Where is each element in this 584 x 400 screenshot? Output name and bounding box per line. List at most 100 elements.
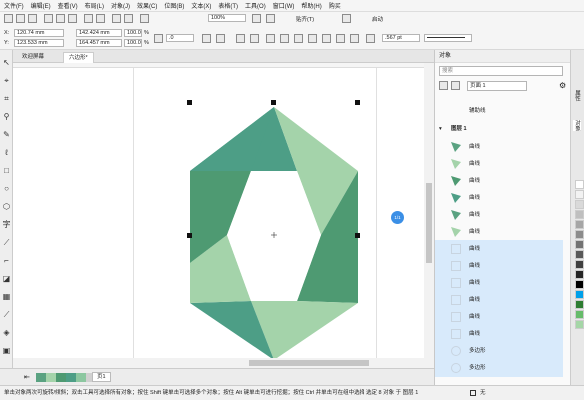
palette-swatch[interactable] [575, 190, 584, 199]
palette-swatch[interactable] [575, 230, 584, 239]
top-ruler[interactable] [13, 63, 424, 68]
weld-icon[interactable] [266, 34, 275, 43]
lock-ratio-icon[interactable] [154, 34, 163, 43]
objects-options-gear-icon[interactable]: ⚙ [559, 81, 566, 90]
layer-1-row[interactable]: ▾ 图层 1 [435, 120, 563, 138]
menu-table[interactable]: 表格(T) [218, 1, 238, 10]
paste-icon[interactable] [68, 14, 77, 23]
mirror-vertical-icon[interactable] [216, 34, 225, 43]
y-position-field[interactable]: 123.533 mm [14, 39, 64, 47]
x-position-field[interactable]: 120.74 mm [14, 29, 64, 37]
menu-object[interactable]: 对象(J) [111, 1, 130, 10]
create-boundary-icon[interactable] [350, 34, 359, 43]
rotation-angle-field[interactable]: .0 [166, 34, 194, 42]
trim-icon[interactable] [280, 34, 289, 43]
new-doc-icon[interactable] [4, 14, 13, 23]
palette-swatch[interactable] [575, 310, 584, 319]
tab-hexagon-doc[interactable]: 六边形* [63, 52, 94, 63]
menu-tools[interactable]: 工具(O) [245, 1, 266, 10]
palette-swatch[interactable] [575, 220, 584, 229]
object-row[interactable]: 曲线 [435, 291, 563, 309]
transparency-tool-icon[interactable]: ▦ [2, 292, 11, 301]
height-field[interactable]: 164.457 mm [76, 39, 122, 47]
export-icon[interactable] [124, 14, 133, 23]
object-row[interactable]: 曲线 [435, 223, 563, 241]
group-icon[interactable] [236, 34, 245, 43]
page-nav-first-icon[interactable]: ⇤ [24, 374, 30, 382]
layer-print-icon[interactable] [451, 81, 460, 90]
mirror-horizontal-icon[interactable] [202, 34, 211, 43]
palette-swatch[interactable] [575, 290, 584, 299]
vertical-scrollbar[interactable] [424, 63, 434, 368]
menu-file[interactable]: 文件(F) [4, 1, 24, 10]
publish-pdf-icon[interactable] [140, 14, 149, 23]
shadow-tool-icon[interactable]: ◪ [2, 274, 11, 283]
menu-bitmap[interactable]: 位图(B) [164, 1, 184, 10]
selection-handle-tl[interactable] [187, 100, 192, 105]
objects-search-input[interactable]: 搜索 [439, 66, 563, 76]
menu-buy[interactable]: 购买 [329, 1, 341, 10]
menu-help[interactable]: 帮助(H) [301, 1, 321, 10]
undo-icon[interactable] [84, 14, 93, 23]
object-row[interactable]: 曲线 [435, 308, 563, 326]
simplify-icon[interactable] [308, 34, 317, 43]
zoom-level-field[interactable]: 100% [208, 14, 246, 22]
artistic-media-tool-icon[interactable]: ℓ [2, 148, 11, 157]
scale-y-field[interactable]: 100.0 [124, 39, 142, 47]
connector-tool-icon[interactable]: ⌐ [2, 256, 11, 265]
palette-swatch[interactable] [575, 200, 584, 209]
cut-icon[interactable] [44, 14, 53, 23]
object-row[interactable]: 曲线 [435, 138, 563, 156]
freehand-tool-icon[interactable]: ✎ [2, 130, 11, 139]
zoom-tool-icon[interactable]: ⚲ [2, 112, 11, 121]
align-distribute-icon[interactable] [366, 34, 375, 43]
selection-handle-ml[interactable] [187, 233, 192, 238]
import-icon[interactable] [112, 14, 121, 23]
snap-to-dropdown[interactable]: 贴齐(T) [296, 15, 314, 23]
palette-swatch[interactable] [575, 280, 584, 289]
menu-text[interactable]: 文本(X) [191, 1, 211, 10]
selection-handle-tr[interactable] [355, 100, 360, 105]
full-screen-icon[interactable] [252, 14, 261, 23]
guides-layer-row[interactable]: 辅助线 [435, 102, 563, 120]
width-field[interactable]: 142.424 mm [76, 29, 122, 37]
menu-layout[interactable]: 布局(L) [85, 1, 104, 10]
pick-tool-icon[interactable]: ↖ [2, 58, 11, 67]
object-row[interactable]: 多边形 [435, 359, 563, 377]
intersect-icon[interactable] [294, 34, 303, 43]
dock-tab-properties[interactable]: 属性 [573, 90, 581, 101]
object-row[interactable]: 曲线 [435, 155, 563, 173]
polygon-tool-icon[interactable]: ⬡ [2, 202, 11, 211]
palette-swatch[interactable] [575, 300, 584, 309]
palette-swatch[interactable] [575, 250, 584, 259]
tab-welcome-screen[interactable]: 欢迎屏幕 [17, 52, 49, 63]
menu-view[interactable]: 查看(V) [58, 1, 78, 10]
page-select-dropdown[interactable]: 页面 1 [467, 81, 527, 91]
copy-icon[interactable] [56, 14, 65, 23]
smart-fill-tool-icon[interactable]: ▣ [2, 346, 11, 355]
doc-palette-strip[interactable] [36, 373, 96, 382]
object-row[interactable]: 曲线 [435, 257, 563, 275]
palette-swatch[interactable] [575, 270, 584, 279]
back-minus-front-icon[interactable] [336, 34, 345, 43]
palette-swatch[interactable] [575, 260, 584, 269]
eyedropper-tool-icon[interactable]: ⟋ [2, 310, 11, 319]
scale-x-field[interactable]: 100.0 [124, 29, 142, 37]
vertical-scroll-thumb[interactable] [426, 183, 432, 263]
page-tab-1[interactable]: 页1 [92, 372, 111, 382]
expand-layer-icon[interactable]: ▾ [439, 120, 442, 138]
menu-window[interactable]: 窗口(W) [273, 1, 295, 10]
launch-dropdown[interactable]: 启动 [372, 15, 383, 23]
object-row[interactable]: 曲线 [435, 172, 563, 190]
rectangle-tool-icon[interactable]: □ [2, 166, 11, 175]
palette-swatch[interactable] [575, 180, 584, 189]
object-row[interactable]: 多边形 [435, 342, 563, 360]
layer-visibility-icon[interactable] [439, 81, 448, 90]
rulers-icon[interactable] [266, 14, 275, 23]
parallel-dimension-tool-icon[interactable]: ⟋ [2, 238, 11, 247]
selection-handle-mr[interactable] [355, 233, 360, 238]
fill-swatch-icon[interactable] [470, 390, 476, 396]
horizontal-scroll-thumb[interactable] [249, 360, 369, 366]
palette-swatch[interactable] [575, 240, 584, 249]
text-tool-icon[interactable]: 字 [2, 220, 11, 229]
